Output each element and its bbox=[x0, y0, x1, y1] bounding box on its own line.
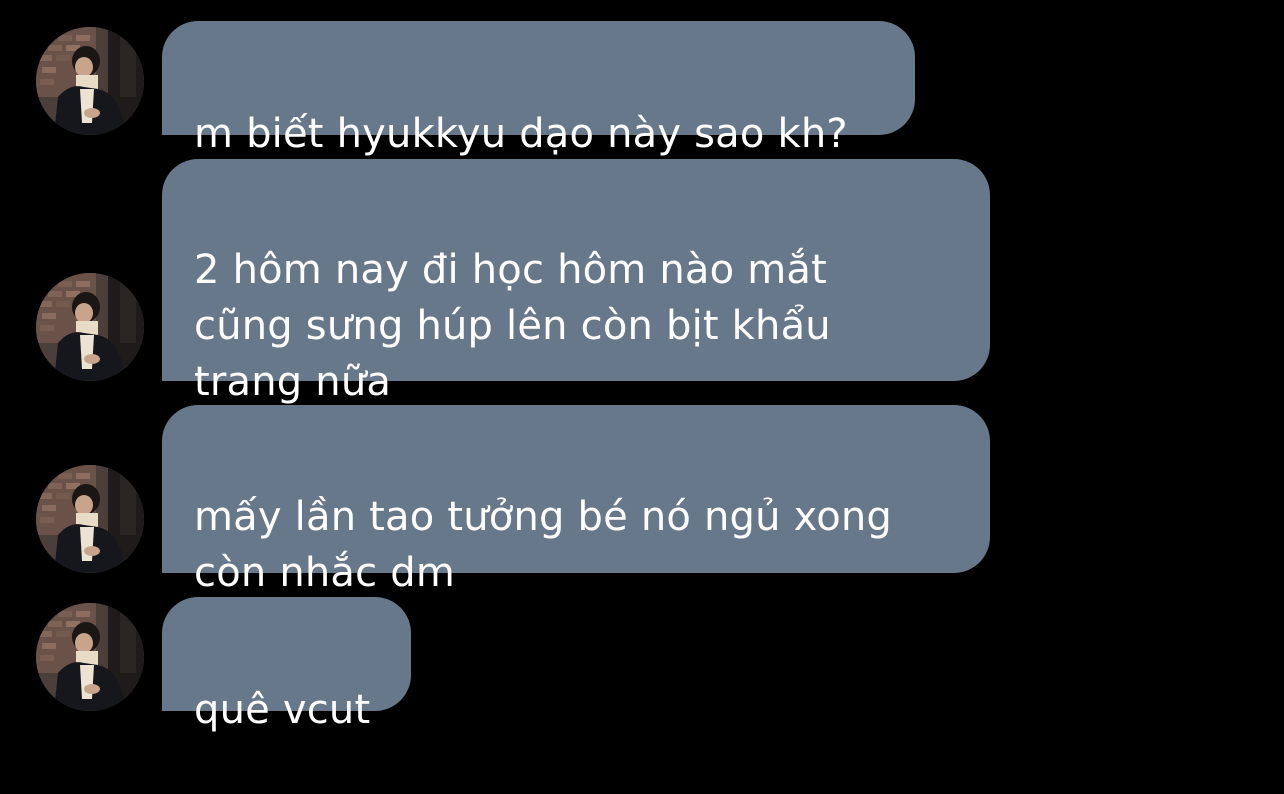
message-text: m biết hyukkyu dạo này sao kh? bbox=[194, 111, 848, 157]
message-bubble[interactable]: 2 hôm nay đi học hôm nào mắt cũng sưng h… bbox=[162, 159, 990, 405]
message-bubble[interactable]: mấy lần tao tưởng bé nó ngủ xong còn nhắ… bbox=[162, 405, 990, 596]
avatar-image bbox=[36, 273, 144, 381]
message-bubble[interactable]: quê vcut bbox=[162, 597, 411, 733]
avatar[interactable] bbox=[36, 603, 144, 711]
avatar[interactable] bbox=[36, 465, 144, 573]
chat-thread: m biết hyukkyu dạo này sao kh? 2 hôm nay… bbox=[0, 0, 1284, 733]
message-text: 2 hôm nay đi học hôm nào mắt cũng sưng h… bbox=[194, 247, 831, 405]
message-text: mấy lần tao tưởng bé nó ngủ xong còn nhắ… bbox=[194, 494, 893, 596]
avatar[interactable] bbox=[36, 273, 144, 381]
avatar-image bbox=[36, 465, 144, 573]
message-text: quê vcut bbox=[194, 687, 371, 733]
message-bubble[interactable]: m biết hyukkyu dạo này sao kh? bbox=[162, 21, 915, 157]
avatar-image bbox=[36, 27, 144, 135]
avatar[interactable] bbox=[36, 27, 144, 135]
avatar-image bbox=[36, 603, 144, 711]
